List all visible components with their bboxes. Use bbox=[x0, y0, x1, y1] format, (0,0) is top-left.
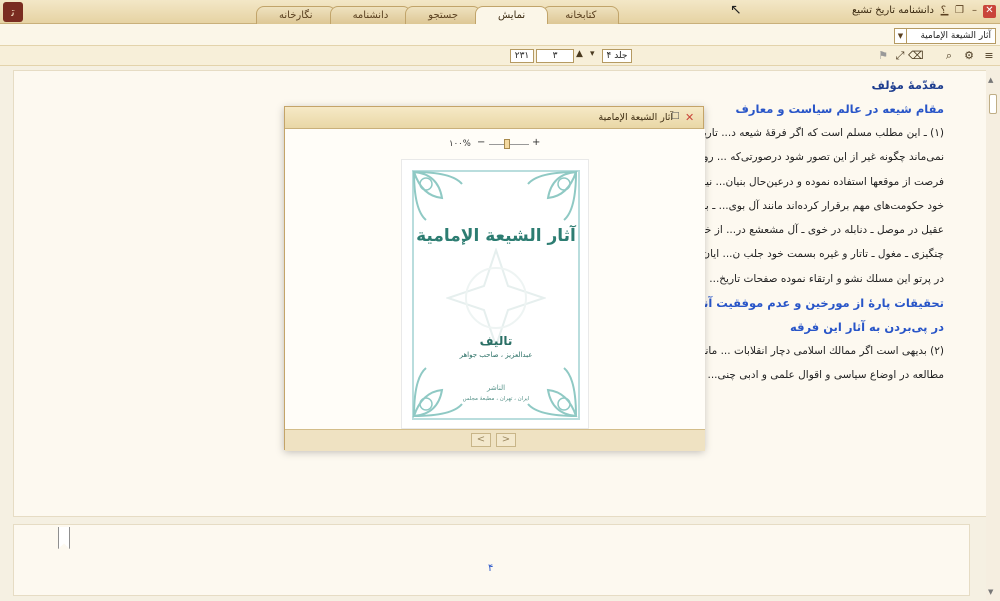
cover-title: آثار الشیعة الإمامیة bbox=[416, 226, 576, 246]
close-icon[interactable]: ✕ bbox=[685, 111, 694, 124]
maximize-icon[interactable]: □ bbox=[671, 111, 680, 121]
chevron-down-icon[interactable]: ▼ bbox=[895, 29, 907, 43]
cover-preview-dialog: آثار الشیعة الإمامیة □ ✕ ۱۰۰% − + آثار ا… bbox=[284, 106, 705, 451]
book-cover-image: آثار الشیعة الإمامیة تالیف عبدالعزیز ، ص… bbox=[401, 159, 589, 429]
scroll-thumb[interactable] bbox=[989, 94, 997, 114]
document-select-value: آثار الشیعة الإمامیة bbox=[920, 31, 991, 41]
volume-dropdown-icon[interactable]: ▾ bbox=[590, 49, 595, 59]
page-total-field: ۲۳۱ bbox=[510, 49, 534, 63]
dialog-footer: < > bbox=[285, 429, 705, 451]
minimize-icon[interactable]: ▁ bbox=[938, 5, 951, 18]
cover-medallion-icon bbox=[446, 248, 546, 348]
tab-library[interactable]: کتابخانه bbox=[542, 6, 620, 24]
main-tabs: نگارخانه دانشنامه جستجو نمایش کتابخانه bbox=[256, 6, 620, 24]
page-up-icon[interactable]: ▲ bbox=[576, 49, 583, 59]
settings-icon[interactable]: ⚙ bbox=[962, 49, 976, 63]
scroll-up-icon[interactable]: ▲ bbox=[988, 76, 993, 84]
zoom-label: ۱۰۰% bbox=[449, 139, 471, 149]
volume-select[interactable]: جلد ۴ bbox=[602, 49, 632, 63]
tab-gallery[interactable]: نگارخانه bbox=[256, 6, 336, 24]
title-bar: ﺗ نگارخانه دانشنامه جستجو نمایش کتابخانه… bbox=[0, 0, 1000, 24]
next-button[interactable]: > bbox=[496, 433, 516, 447]
next-page[interactable]: ۴ bbox=[13, 524, 970, 596]
expand-icon[interactable]: ⤢ bbox=[893, 49, 907, 63]
dialog-body: ۱۰۰% − + آثار الشیعة الإمامیة تالیف عبدا… bbox=[285, 129, 705, 429]
tab-view[interactable]: نمایش bbox=[475, 6, 549, 24]
cover-publisher: الناشر bbox=[486, 384, 506, 392]
mouse-cursor-icon: ↖ bbox=[730, 2, 742, 18]
cover-ornament-icon bbox=[412, 367, 463, 418]
vertical-scrollbar[interactable]: ▲ ▼ bbox=[986, 70, 1000, 600]
zoom-in-button[interactable]: + bbox=[532, 137, 540, 148]
cover-ornament-icon bbox=[527, 170, 578, 221]
page-number: ۴ bbox=[488, 563, 494, 574]
window-controls: ▁ ❐ – ✕ bbox=[938, 5, 996, 18]
bookmark-icon[interactable]: ⚑ bbox=[876, 49, 890, 63]
dialog-title: آثار الشیعة الإمامیة bbox=[598, 112, 673, 123]
app-logo-icon[interactable]: ﺗ bbox=[3, 2, 23, 22]
heading-author-intro: مقدّمهٔ مؤلف bbox=[871, 78, 944, 92]
document-select[interactable]: آثار الشیعة الإمامیة ▼ bbox=[894, 28, 996, 44]
zoom-slider-thumb[interactable] bbox=[504, 139, 510, 149]
cover-ornament-icon bbox=[412, 170, 463, 221]
collapse-icon[interactable]: – bbox=[968, 5, 981, 18]
eraser-icon[interactable]: ⌫ bbox=[908, 49, 924, 63]
bookmark-ribbon-icon[interactable] bbox=[58, 527, 70, 549]
close-window-button[interactable]: ✕ bbox=[983, 5, 996, 18]
cover-place: ایران ، تهران ، مطبعهٔ مجلس bbox=[462, 396, 530, 402]
app-title: دانشنامه تاریخ تشیع bbox=[851, 5, 934, 16]
restore-icon[interactable]: ❐ bbox=[953, 5, 966, 18]
toolbar: ≡ ⚙ ⌕ ⌫ ⤢ ⚑ جلد ۴ ▾ ▲ ۳ ▼ ۲۳۱ bbox=[0, 46, 1000, 66]
search-icon[interactable]: ⌕ bbox=[942, 49, 956, 63]
tab-encyclopedia[interactable]: دانشنامه bbox=[329, 6, 412, 24]
cover-ornament-icon bbox=[527, 367, 578, 418]
menu-icon[interactable]: ≡ bbox=[982, 49, 996, 63]
document-bar: آثار الشیعة الإمامیة ▼ bbox=[0, 24, 1000, 46]
previous-button[interactable]: < bbox=[471, 433, 491, 447]
page-number-input[interactable]: ۳ bbox=[536, 49, 574, 63]
zoom-out-button[interactable]: − bbox=[477, 137, 485, 148]
dialog-title-bar[interactable]: آثار الشیعة الإمامیة □ ✕ bbox=[285, 107, 703, 129]
cover-author: عبدالعزیز ، صاحب جواهر bbox=[459, 351, 533, 359]
tab-search[interactable]: جستجو bbox=[405, 6, 482, 24]
cover-authorship-label: تالیف bbox=[479, 334, 513, 348]
scroll-down-icon[interactable]: ▼ bbox=[988, 588, 993, 596]
